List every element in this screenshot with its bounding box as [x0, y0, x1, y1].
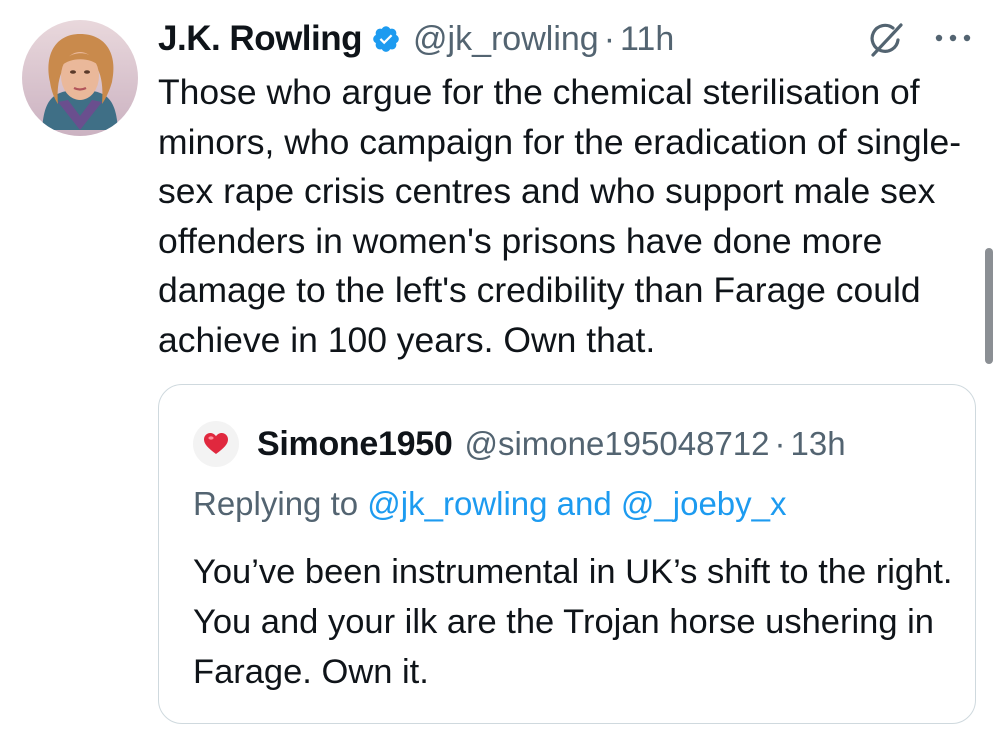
scrollbar-thumb[interactable]: [985, 248, 993, 364]
mention-link[interactable]: @_joeby_x: [621, 485, 787, 522]
tweet-header: J.K. Rowling @jk_rowling · 11h: [158, 14, 674, 64]
author-avatar[interactable]: [22, 20, 138, 136]
author-name[interactable]: J.K. Rowling: [158, 19, 363, 59]
quoted-tweet-time[interactable]: 13h: [791, 425, 846, 463]
mention-link[interactable]: @jk_rowling: [367, 485, 547, 522]
more-options-icon[interactable]: [932, 28, 974, 48]
tweet-text: Those who argue for the chemical sterili…: [158, 72, 962, 360]
quoted-tweet-text: You’ve been instrumental in UK’s shift t…: [193, 553, 953, 691]
verified-badge-icon[interactable]: [371, 24, 401, 54]
grok-icon[interactable]: [866, 20, 906, 60]
tweet-time[interactable]: 11h: [620, 20, 674, 59]
author-handle[interactable]: @jk_rowling: [413, 20, 599, 59]
replying-prefix: Replying to: [193, 485, 368, 522]
quoted-tweet-header: Simone1950 @simone195048712 · 13h: [193, 421, 846, 467]
quoted-author-handle[interactable]: @simone195048712: [464, 425, 769, 463]
heart-icon: [204, 433, 228, 454]
replying-and: and: [547, 485, 621, 522]
separator-dot: ·: [774, 425, 786, 462]
quoted-tweet[interactable]: Simone1950 @simone195048712 · 13h Replyi…: [158, 384, 976, 724]
quoted-author-name[interactable]: Simone1950: [257, 425, 453, 464]
replying-to-line: Replying to @jk_rowling and @_joeby_x: [193, 485, 787, 523]
separator-dot: ·: [603, 19, 616, 58]
quoted-author-avatar[interactable]: [193, 421, 239, 467]
